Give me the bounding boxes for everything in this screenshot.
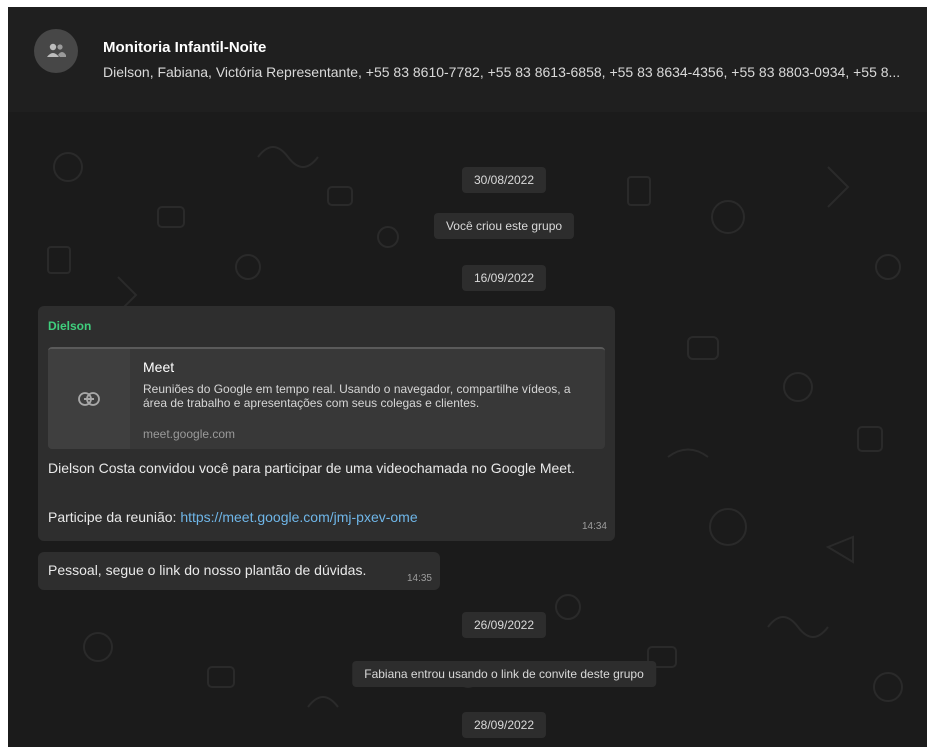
join-label: Participe da reunião: <box>48 509 181 525</box>
link-icon <box>78 392 100 406</box>
message-bubble[interactable]: Dielson Meet Reuniões do Google em tempo… <box>38 306 615 541</box>
message-join-line: Participe da reunião: https://meet.googl… <box>48 509 418 525</box>
link-preview-title: Meet <box>143 359 175 375</box>
link-preview-thumbnail <box>48 349 130 449</box>
date-chip: 26/09/2022 <box>461 612 547 638</box>
chat-header[interactable]: Monitoria Infantil-Noite Dielson, Fabian… <box>8 7 927 112</box>
meet-link[interactable]: https://meet.google.com/jmj-pxev-ome <box>180 509 417 525</box>
group-icon <box>47 43 66 57</box>
group-avatar[interactable] <box>34 29 78 73</box>
chat-window: Monitoria Infantil-Noite Dielson, Fabian… <box>8 7 927 747</box>
link-preview-description: Reuniões do Google em tempo real. Usando… <box>143 382 571 410</box>
system-message: Você criou este grupo <box>433 213 575 239</box>
date-chip: 28/09/2022 <box>461 712 547 738</box>
message-timestamp: 14:35 <box>406 573 432 584</box>
message-timestamp: 14:34 <box>581 521 607 532</box>
date-chip: 30/08/2022 <box>461 167 547 193</box>
date-chip: 16/09/2022 <box>461 265 547 291</box>
message-sender[interactable]: Dielson <box>48 319 91 333</box>
link-preview-domain: meet.google.com <box>143 427 236 441</box>
link-preview-card[interactable]: Meet Reuniões do Google em tempo real. U… <box>48 347 605 449</box>
message-text: Dielson Costa convidou você para partici… <box>48 460 575 476</box>
group-members-list[interactable]: Dielson, Fabiana, Victória Representante… <box>103 64 923 80</box>
group-title[interactable]: Monitoria Infantil-Noite <box>103 39 266 56</box>
message-bubble[interactable]: Pessoal, segue o link do nosso plantão d… <box>38 552 440 590</box>
system-message: Fabiana entrou usando o link de convite … <box>352 661 656 687</box>
message-text: Pessoal, segue o link do nosso plantão d… <box>48 562 367 578</box>
